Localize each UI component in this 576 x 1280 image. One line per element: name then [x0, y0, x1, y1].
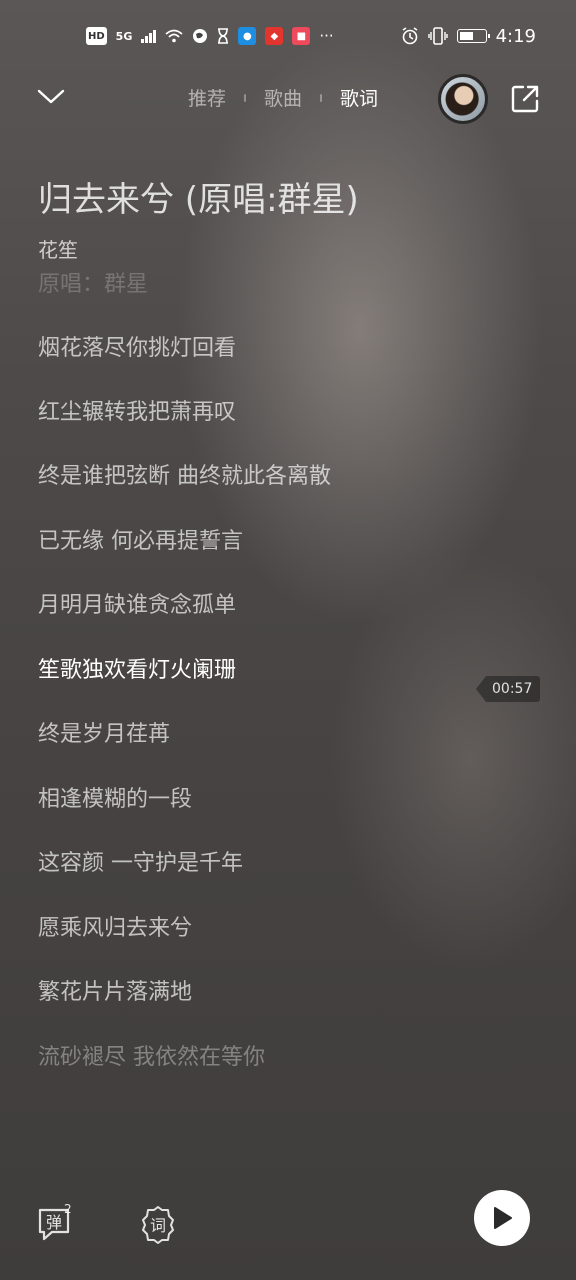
hd-icon: HD	[86, 27, 107, 45]
artist-name[interactable]: 花笙	[38, 234, 78, 263]
lyric-line-current: 笙歌独欢看灯火阑珊	[38, 658, 237, 683]
lyric-line: 终是谁把弦断 曲终就此各离散	[38, 464, 331, 489]
play-button[interactable]	[474, 1190, 530, 1246]
battery-icon	[456, 29, 490, 43]
lyric-line: 繁花片片落满地	[38, 980, 193, 1005]
alarm-icon	[402, 27, 418, 45]
song-title: 归去来兮 (原唱:群星)	[38, 180, 359, 220]
lyric-line: 愿乘风归去来兮	[38, 916, 193, 941]
lyric-line: 烟花落尽你挑灯回看	[38, 336, 237, 361]
wifi-icon	[165, 29, 183, 43]
tab-bar: 推荐 歌曲 歌词	[188, 84, 378, 111]
tab-divider	[244, 93, 247, 102]
current-time: 00:57	[486, 676, 541, 702]
vibrate-icon	[427, 27, 448, 45]
lyric-line: 相逢模糊的一段	[38, 787, 193, 812]
top-nav: 推荐 歌曲 歌词	[0, 72, 576, 124]
tab-recommend[interactable]: 推荐	[188, 84, 226, 111]
lyric-line: 原唱：群星	[38, 272, 149, 297]
tab-divider	[320, 93, 323, 102]
lyric-line: 这容颜 一守护是千年	[38, 851, 243, 876]
chevron-down-icon	[37, 89, 65, 104]
tab-songs[interactable]: 歌曲	[264, 84, 302, 111]
lyric-line: 终是岁月荏苒	[38, 722, 171, 747]
hourglass-icon	[218, 28, 229, 44]
share-icon	[511, 85, 539, 113]
lyric-label: 词	[149, 1216, 166, 1235]
collapse-button[interactable]	[34, 82, 68, 112]
tab-lyrics[interactable]: 歌词	[340, 84, 378, 111]
lyric-line: 流砂褪尽 我依然在等你	[38, 1045, 265, 1070]
signal-icon	[141, 29, 157, 43]
status-bar: HD 5G ● ◆ ■ ··· 4:19	[0, 0, 576, 72]
app-blue-icon: ●	[238, 27, 257, 45]
seek-time-indicator[interactable]: 00:57	[476, 676, 541, 702]
clock: 4:19	[495, 25, 536, 47]
app-red-icon: ◆	[265, 27, 284, 45]
vpn-icon	[193, 29, 208, 43]
share-button[interactable]	[508, 82, 542, 116]
status-left: HD 5G ● ◆ ■ ···	[86, 27, 334, 45]
app-pink-icon: ■	[292, 27, 311, 45]
play-icon	[494, 1207, 512, 1229]
network-type: 5G	[115, 29, 133, 43]
more-icon: ···	[319, 27, 334, 45]
lyric-line: 红尘辗转我把萧再叹	[38, 400, 237, 425]
danmu-count: 2	[64, 1202, 72, 1216]
status-right: 4:19	[401, 26, 536, 47]
lyric-line: 已无缘 何必再提誓言	[38, 529, 243, 554]
lyric-line: 月明月缺谁贪念孤单	[38, 593, 237, 618]
avatar[interactable]	[438, 74, 488, 124]
lyric-style-button[interactable]: 词	[138, 1204, 178, 1244]
